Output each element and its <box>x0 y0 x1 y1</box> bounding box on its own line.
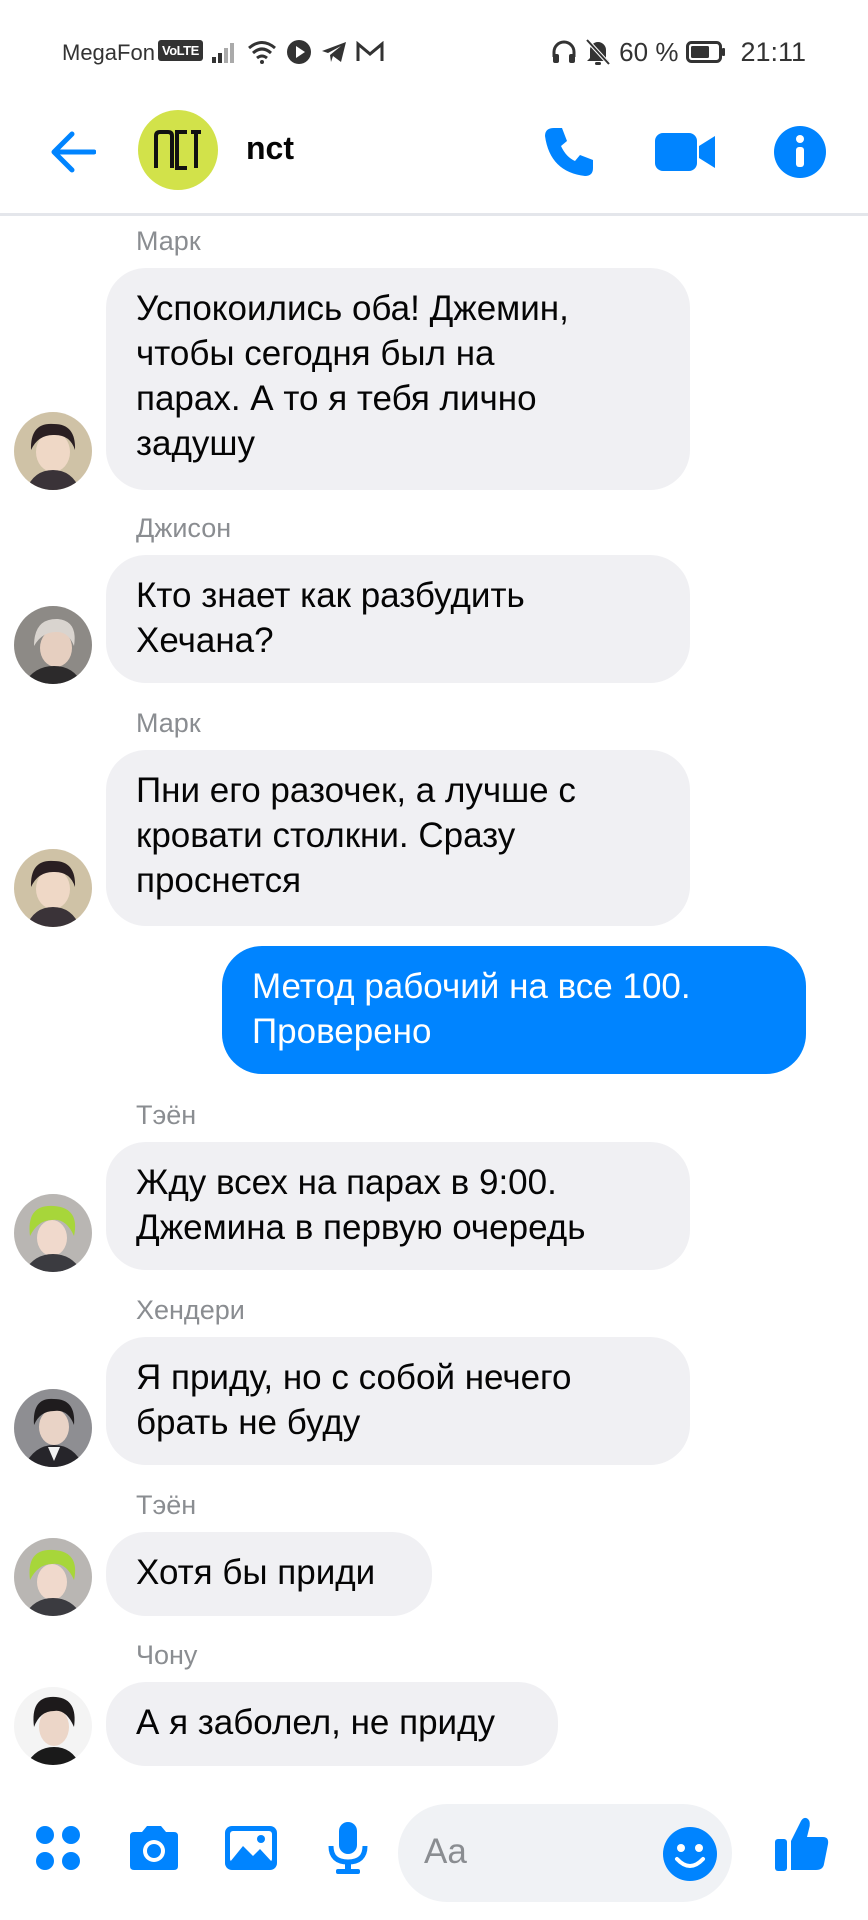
message-bubble[interactable]: Кто знает как разбудить Хечана? <box>106 555 690 683</box>
message-input-container[interactable] <box>398 1804 732 1902</box>
thumbs-up-icon <box>775 1817 829 1871</box>
message-bubble[interactable]: Пни его разочек, а лучше с кровати столк… <box>106 750 690 926</box>
own-message-bubble[interactable]: Метод рабочий на все 100. Проверено <box>222 946 806 1074</box>
message-bubble[interactable]: А я заболел, не приду <box>106 1682 558 1766</box>
message-bubble[interactable]: Жду всех на парах в 9:00. Джемина в перв… <box>106 1142 690 1270</box>
message-line: Хотя бы приди <box>136 1553 376 1592</box>
call-button[interactable] <box>535 118 603 186</box>
user-photo <box>14 1687 92 1765</box>
battery-icon <box>686 41 726 63</box>
message-line: А я заболел, не приду <box>136 1703 496 1742</box>
microphone-icon <box>328 1822 368 1874</box>
message-line: Жду всех на парах в 9:00. <box>136 1163 557 1202</box>
camera-button[interactable] <box>122 1816 186 1880</box>
message-line: Кто знает как разбудить <box>136 576 525 615</box>
message-bubble[interactable]: Я приду, но с собой нечего брать не буду <box>106 1337 690 1465</box>
message-line: кровати столкни. Сразу <box>136 816 516 855</box>
sender-name: Марк <box>136 708 201 738</box>
message-line: Пни его разочек, а лучше с <box>136 771 576 810</box>
video-camera-icon <box>655 133 715 171</box>
message-line: чтобы сегодня был на <box>136 334 495 373</box>
sender-name: Тэён <box>136 1490 197 1520</box>
play-circle-icon <box>287 40 311 64</box>
user-photo <box>14 849 92 927</box>
message-line: Проверено <box>252 1012 432 1051</box>
image-icon <box>225 1826 277 1870</box>
message-composer <box>0 1790 868 1920</box>
smiley-icon <box>663 1827 717 1881</box>
emoji-button[interactable] <box>662 1826 718 1882</box>
message-line: проснется <box>136 861 302 900</box>
message-line: Я приду, но с собой нечего <box>136 1358 572 1397</box>
status-icons-left <box>212 36 384 68</box>
avatar-jungwoo[interactable] <box>14 1687 92 1765</box>
voice-message-button[interactable] <box>316 1816 380 1880</box>
info-icon <box>774 126 826 178</box>
message-line: Хечана? <box>136 621 274 660</box>
signal-icon <box>212 43 234 63</box>
sender-name: Джисон <box>136 513 232 543</box>
nct-logo <box>154 130 201 170</box>
message-bubble[interactable]: Хотя бы приди <box>106 1532 432 1616</box>
phone-icon <box>545 128 593 176</box>
gallery-button[interactable] <box>219 1816 283 1880</box>
actions-menu-button[interactable] <box>26 1816 90 1880</box>
user-photo <box>14 412 92 490</box>
message-line: Джемина в первую очередь <box>136 1208 586 1247</box>
user-photo <box>14 1538 92 1616</box>
avatar-mark[interactable] <box>14 412 92 490</box>
status-bar: MegaFon VoLTE 60 % 21:11 <box>0 0 868 100</box>
message-line: задушу <box>136 424 256 463</box>
user-photo <box>14 1389 92 1467</box>
avatar-jisung[interactable] <box>14 606 92 684</box>
group-avatar[interactable] <box>138 110 218 190</box>
volte-badge: VoLTE <box>158 40 203 61</box>
message-line: брать не буду <box>136 1403 361 1442</box>
message-line: парах. А то я тебя лично <box>136 379 537 418</box>
like-button[interactable] <box>770 1812 834 1876</box>
camera-icon <box>130 1826 178 1870</box>
chat-header: nct <box>0 100 868 216</box>
clock: 21:11 <box>740 36 806 67</box>
avatar-taeyong[interactable] <box>14 1538 92 1616</box>
wifi-icon <box>248 41 276 64</box>
message-input[interactable] <box>424 1826 634 1878</box>
sender-name: Хендери <box>136 1295 245 1325</box>
sender-name: Марк <box>136 226 201 256</box>
carrier-name: MegaFon <box>62 40 155 65</box>
chat-title[interactable]: nct <box>246 130 294 167</box>
arrow-left-icon <box>51 131 96 173</box>
sender-name: Тэён <box>136 1100 197 1130</box>
avatar-taeyong[interactable] <box>14 1194 92 1272</box>
message-line: Метод рабочий на все 100. <box>252 967 691 1006</box>
video-call-button[interactable] <box>651 118 719 186</box>
status-icons-right: 60 % 21:11 <box>551 36 806 68</box>
battery-percent: 60 % <box>619 36 679 67</box>
muted-bell-icon <box>585 38 611 66</box>
telegram-icon <box>322 42 346 62</box>
avatar-mark[interactable] <box>14 849 92 927</box>
mail-icon <box>356 41 384 61</box>
info-button[interactable] <box>766 118 834 186</box>
message-line: Успокоились оба! Джемин, <box>136 289 569 328</box>
user-photo <box>14 606 92 684</box>
sender-name: Чону <box>136 1640 198 1670</box>
avatar-hendery[interactable] <box>14 1389 92 1467</box>
back-button[interactable] <box>44 124 100 180</box>
four-dots-icon <box>36 1826 80 1870</box>
user-photo <box>14 1194 92 1272</box>
headphones-icon <box>552 40 576 63</box>
message-list[interactable]: Марк Успокоились оба! Джемин, чтобы сего… <box>0 220 868 1790</box>
message-bubble[interactable]: Успокоились оба! Джемин, чтобы сегодня б… <box>106 268 690 490</box>
